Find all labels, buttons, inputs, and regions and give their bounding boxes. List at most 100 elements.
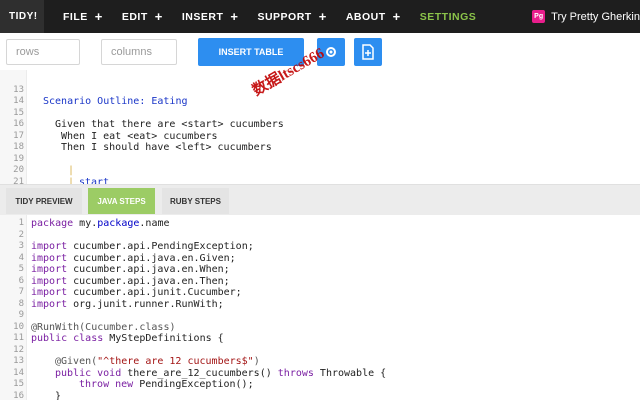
tab-java-steps[interactable]: JAVA STEPS bbox=[88, 188, 155, 214]
code-line: 16} bbox=[0, 391, 640, 400]
rows-input[interactable] bbox=[6, 39, 80, 65]
code-token: throw new bbox=[79, 379, 134, 390]
add-file-icon bbox=[362, 44, 374, 60]
code-line: 20 | 20 | 10 | 10 | bbox=[0, 154, 640, 184]
line-number: 5 bbox=[18, 264, 24, 274]
line-number: 15 bbox=[13, 379, 24, 389]
code-text: package my.package.name bbox=[31, 218, 170, 230]
code-line: 15 throw new PendingException(); bbox=[0, 379, 640, 391]
code-line: 17 Then I should have <left> cucumbers bbox=[0, 119, 640, 154]
plus-icon: + bbox=[94, 9, 103, 24]
table-pipe: | bbox=[68, 176, 75, 185]
code-text: @Given("^there are 12 cucumbers$") bbox=[55, 356, 260, 368]
code-token: public void bbox=[55, 367, 122, 379]
code-text: public void there_are_12_cucumbers() thr… bbox=[55, 368, 386, 380]
line-number: 2 bbox=[18, 229, 24, 240]
code-line: 1 package my.package.name bbox=[0, 218, 640, 230]
menu-support[interactable]: SUPPORT + bbox=[257, 0, 326, 33]
plus-icon: + bbox=[230, 9, 239, 24]
code-text: throw new PendingException(); bbox=[79, 379, 254, 391]
code-token: } bbox=[55, 390, 62, 400]
code-token: my. bbox=[73, 218, 98, 229]
java-steps-editor[interactable]: 1 package my.package.name 2 3 import cucumber… bbox=[0, 215, 640, 400]
line-number: 21 bbox=[13, 176, 24, 185]
menu-edit-label: EDIT bbox=[121, 10, 148, 23]
code-line: 5 import cucumber.api.java.en.When; bbox=[0, 264, 640, 276]
code-token: cucumber.api.java.en.Given; bbox=[73, 252, 236, 264]
code-text: import org.junit.runner.RunWith; bbox=[31, 299, 224, 311]
code-token: MyStepDefinitions { bbox=[103, 333, 224, 344]
code-token: .name bbox=[139, 218, 170, 229]
code-token: @Given( bbox=[55, 356, 98, 367]
code-line: 14 bbox=[0, 85, 640, 106]
code-token: PendingException(); bbox=[133, 379, 254, 390]
plus-icon: + bbox=[318, 9, 327, 24]
menu-file-label: FILE bbox=[63, 10, 88, 23]
line-number: 12 bbox=[13, 344, 24, 355]
menu-file[interactable]: FILE + bbox=[63, 0, 103, 33]
code-line: 2 bbox=[0, 230, 640, 242]
code-line: 15 Given that there are <start> cucumber… bbox=[0, 96, 640, 131]
plus-icon: + bbox=[392, 9, 401, 24]
code-token: cucumber.api.junit.Cucumber; bbox=[73, 287, 242, 298]
line-number: 7 bbox=[18, 287, 24, 297]
code-text: public class MyStepDefinitions { bbox=[31, 333, 224, 345]
code-token: @RunWith(Cucumber.class) bbox=[31, 321, 176, 333]
brand-logo[interactable]: TIDY! bbox=[0, 0, 44, 33]
code-line: 7 import cucumber.api.junit.Cucumber; bbox=[0, 287, 640, 299]
line-number: 8 bbox=[18, 298, 24, 309]
table-header-cell: start bbox=[79, 176, 110, 185]
columns-input[interactable] bbox=[101, 39, 177, 65]
code-line: 21 | 15 | 3 | 12 | bbox=[0, 165, 640, 185]
code-line: 10 @RunWith(Cucumber.class) bbox=[0, 322, 640, 334]
menu-insert[interactable]: INSERT + bbox=[182, 0, 239, 33]
code-token: "^there are 12 cucumbers$" bbox=[97, 356, 254, 367]
line-number: 13 bbox=[13, 356, 24, 366]
menu-edit[interactable]: EDIT + bbox=[122, 0, 163, 33]
line-number: 10 bbox=[13, 321, 24, 332]
code-token: import bbox=[31, 287, 68, 298]
tab-tidy-preview[interactable]: TIDY PREVIEW bbox=[6, 188, 82, 214]
code-text: import cucumber.api.java.en.When; bbox=[31, 264, 230, 276]
code-token: cucumber.api.PendingException; bbox=[73, 241, 254, 252]
menu-about-label: ABOUT bbox=[345, 10, 386, 23]
code-token: public class bbox=[31, 333, 104, 344]
top-nav: TIDY! FILE + EDIT + INSERT + SUPPORT + ABOUT… bbox=[0, 0, 640, 33]
code-line: 11 public class MyStepDefinitions { bbox=[0, 333, 640, 345]
code-line: 12 bbox=[0, 345, 640, 357]
line-number: 11 bbox=[13, 333, 24, 343]
menu-settings[interactable]: SETTINGS bbox=[420, 0, 477, 33]
line-number: 4 bbox=[18, 252, 24, 263]
line-number: 1 bbox=[18, 218, 24, 228]
feature-editor[interactable]: 13 Scenario Outline: Eating 14 15 Given … bbox=[0, 70, 640, 184]
code-token: import bbox=[31, 275, 68, 287]
add-file-button[interactable] bbox=[354, 38, 382, 66]
code-token: package bbox=[97, 218, 140, 229]
menu-about[interactable]: ABOUT + bbox=[346, 0, 401, 33]
line-number: 9 bbox=[18, 310, 24, 320]
pretty-gherkin-label: Try Pretty Gherkin bbox=[551, 10, 640, 23]
code-token: cucumber.api.java.en.Then; bbox=[73, 275, 230, 287]
output-tabs: TIDY PREVIEW JAVA STEPS RUBY STEPS bbox=[0, 184, 640, 215]
code-token: there_are_12_cucumbers() bbox=[121, 367, 278, 379]
code-text: import cucumber.api.java.en.Given; bbox=[31, 253, 236, 265]
code-token: import bbox=[31, 241, 68, 252]
code-line: 19 | start | eat | left | bbox=[0, 142, 640, 185]
tab-ruby-steps[interactable]: RUBY STEPS bbox=[162, 188, 229, 214]
code-token: throws bbox=[277, 367, 314, 379]
code-text: import cucumber.api.java.en.Then; bbox=[31, 276, 230, 288]
code-line: 16 When I eat <eat> cucumbers bbox=[0, 108, 640, 142]
plus-icon: + bbox=[154, 9, 163, 24]
code-text: @RunWith(Cucumber.class) bbox=[31, 322, 176, 334]
code-token: Throwable { bbox=[313, 367, 387, 379]
line-number: 3 bbox=[18, 241, 24, 251]
menu-insert-label: INSERT bbox=[181, 10, 224, 23]
code-token: org.junit.runner.RunWith; bbox=[73, 298, 224, 310]
code-token: package bbox=[31, 218, 74, 229]
code-line: 14 public void there_are_12_cucumbers() t… bbox=[0, 368, 640, 380]
code-token: import bbox=[31, 264, 68, 275]
code-line: 6 import cucumber.api.java.en.Then; bbox=[0, 276, 640, 288]
code-line: 8 import org.junit.runner.RunWith; bbox=[0, 299, 640, 311]
pretty-gherkin-link[interactable]: Pg Try Pretty Gherkin bbox=[532, 0, 640, 33]
code-token: ) bbox=[253, 356, 260, 367]
